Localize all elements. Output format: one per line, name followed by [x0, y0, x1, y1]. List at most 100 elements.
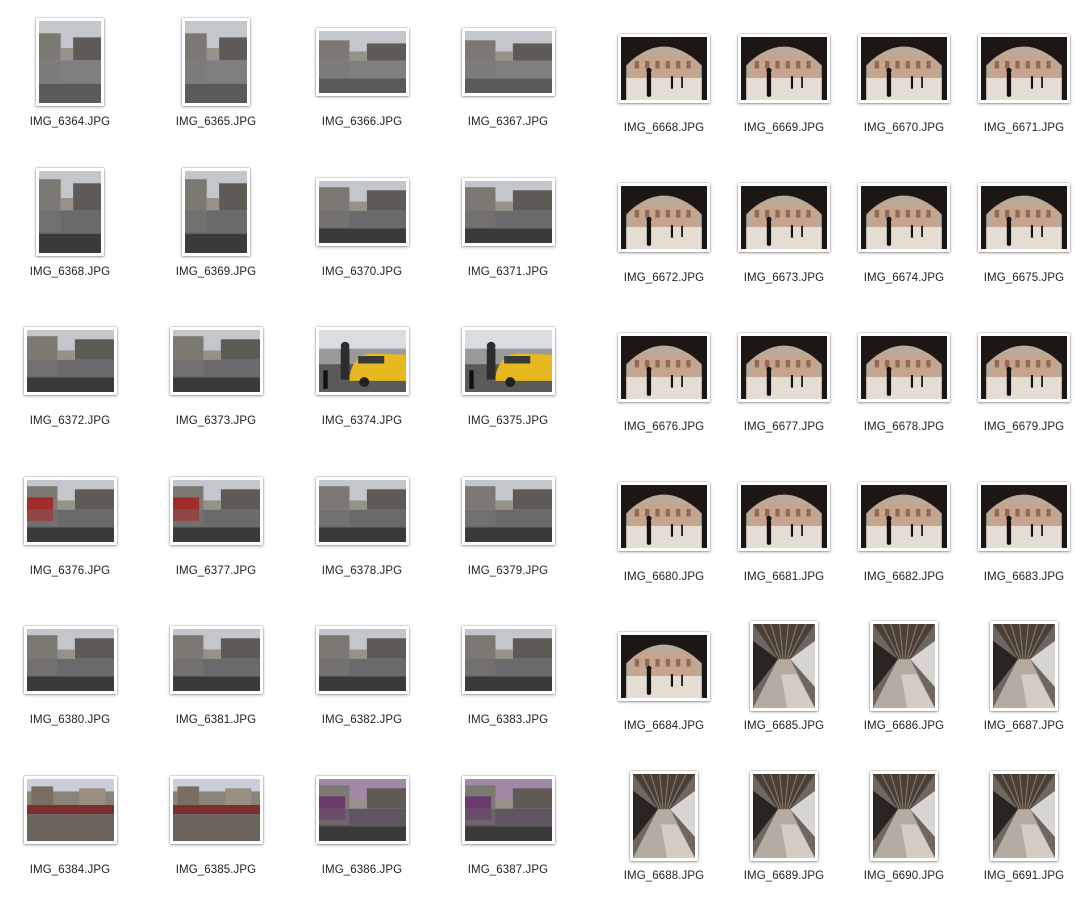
file-item[interactable]: IMG_6670.JPG — [849, 20, 959, 134]
image-thumbnail[interactable] — [618, 183, 710, 252]
image-thumbnail[interactable] — [618, 33, 710, 103]
image-thumbnail[interactable] — [738, 332, 830, 402]
file-item[interactable]: IMG_6680.JPG — [609, 469, 719, 583]
file-item[interactable]: IMG_6671.JPG — [969, 20, 1079, 134]
file-name-label: IMG_6380.JPG — [29, 714, 111, 726]
file-item[interactable]: IMG_6672.JPG — [609, 170, 719, 284]
file-item[interactable]: IMG_6372.JPG — [10, 313, 130, 427]
file-item[interactable]: IMG_6365.JPG — [156, 14, 276, 128]
file-item[interactable]: IMG_6691.JPG — [969, 768, 1079, 882]
image-thumbnail[interactable] — [858, 183, 950, 252]
image-thumbnail[interactable] — [461, 775, 555, 844]
image-thumbnail[interactable] — [630, 770, 698, 861]
image-thumbnail[interactable] — [870, 621, 938, 711]
image-thumbnail[interactable] — [858, 482, 950, 551]
file-item[interactable]: IMG_6381.JPG — [156, 612, 276, 726]
file-item[interactable]: IMG_6370.JPG — [302, 164, 422, 278]
image-thumbnail[interactable] — [990, 770, 1058, 861]
file-item[interactable]: IMG_6684.JPG — [609, 618, 719, 732]
file-item[interactable]: IMG_6377.JPG — [156, 463, 276, 577]
image-thumbnail[interactable] — [23, 775, 117, 844]
file-item[interactable]: IMG_6687.JPG — [969, 618, 1079, 732]
image-thumbnail[interactable] — [169, 476, 263, 545]
image-thumbnail[interactable] — [461, 476, 555, 545]
file-item[interactable]: IMG_6678.JPG — [849, 319, 959, 433]
file-item[interactable]: IMG_6676.JPG — [609, 319, 719, 433]
image-thumbnail[interactable] — [618, 332, 710, 402]
image-thumbnail[interactable] — [315, 626, 409, 694]
file-item[interactable]: IMG_6677.JPG — [729, 319, 839, 433]
image-thumbnail[interactable] — [738, 482, 830, 551]
image-thumbnail[interactable] — [315, 476, 409, 545]
file-item[interactable]: IMG_6675.JPG — [969, 170, 1079, 284]
file-name-label: IMG_6376.JPG — [29, 564, 111, 577]
image-thumbnail[interactable] — [461, 28, 555, 96]
image-thumbnail[interactable] — [169, 626, 263, 694]
file-item[interactable]: IMG_6376.JPG — [10, 463, 130, 577]
image-thumbnail[interactable] — [182, 18, 250, 106]
image-thumbnail[interactable] — [315, 28, 409, 96]
image-thumbnail[interactable] — [461, 177, 555, 246]
file-item[interactable]: IMG_6374.JPG — [302, 313, 422, 427]
image-thumbnail[interactable] — [738, 183, 830, 252]
file-item[interactable]: IMG_6380.JPG — [10, 612, 130, 726]
file-item[interactable]: IMG_6669.JPG — [729, 20, 839, 134]
image-thumbnail[interactable] — [978, 332, 1070, 402]
file-item[interactable]: IMG_6674.JPG — [849, 170, 959, 284]
image-thumbnail[interactable] — [23, 327, 117, 395]
file-item[interactable]: IMG_6679.JPG — [969, 319, 1079, 433]
file-item[interactable]: IMG_6382.JPG — [302, 612, 422, 726]
file-item[interactable]: IMG_6371.JPG — [448, 164, 568, 278]
file-name-label: IMG_6368.JPG — [29, 265, 111, 278]
file-item[interactable]: IMG_6688.JPG — [609, 768, 719, 882]
image-thumbnail[interactable] — [990, 621, 1058, 711]
image-thumbnail[interactable] — [36, 18, 104, 106]
file-item[interactable]: IMG_6682.JPG — [849, 469, 959, 583]
image-thumbnail[interactable] — [858, 33, 950, 103]
file-item[interactable]: IMG_6689.JPG — [729, 768, 839, 882]
image-thumbnail[interactable] — [738, 33, 830, 103]
file-item[interactable]: IMG_6681.JPG — [729, 469, 839, 583]
image-thumbnail[interactable] — [23, 476, 117, 545]
image-thumbnail[interactable] — [618, 482, 710, 551]
file-item[interactable]: IMG_6366.JPG — [302, 14, 422, 128]
image-thumbnail[interactable] — [315, 775, 409, 844]
file-item[interactable]: IMG_6384.JPG — [10, 762, 130, 876]
image-thumbnail[interactable] — [978, 33, 1070, 103]
image-thumbnail[interactable] — [461, 626, 555, 694]
image-thumbnail[interactable] — [169, 775, 263, 844]
file-item[interactable]: IMG_6368.JPG — [10, 164, 130, 278]
file-item[interactable]: IMG_6364.JPG — [10, 14, 130, 128]
file-item[interactable]: IMG_6685.JPG — [729, 618, 839, 732]
image-thumbnail[interactable] — [461, 327, 555, 395]
file-item[interactable]: IMG_6387.JPG — [448, 762, 568, 876]
file-item[interactable]: IMG_6379.JPG — [448, 463, 568, 577]
image-thumbnail[interactable] — [870, 770, 938, 861]
image-thumbnail[interactable] — [182, 167, 250, 256]
file-item[interactable]: IMG_6383.JPG — [448, 612, 568, 726]
file-item[interactable]: IMG_6690.JPG — [849, 768, 959, 882]
file-item[interactable]: IMG_6378.JPG — [302, 463, 422, 577]
image-thumbnail[interactable] — [315, 177, 409, 246]
image-thumbnail[interactable] — [36, 167, 104, 256]
file-item[interactable]: IMG_6686.JPG — [849, 618, 959, 732]
file-name-label: IMG_6370.JPG — [321, 265, 403, 278]
image-thumbnail[interactable] — [750, 621, 818, 711]
image-thumbnail[interactable] — [23, 626, 117, 694]
image-thumbnail[interactable] — [978, 183, 1070, 252]
image-thumbnail[interactable] — [858, 332, 950, 402]
image-thumbnail[interactable] — [169, 327, 263, 395]
image-thumbnail[interactable] — [315, 327, 409, 395]
image-thumbnail[interactable] — [618, 631, 710, 701]
file-item[interactable]: IMG_6373.JPG — [156, 313, 276, 427]
file-item[interactable]: IMG_6673.JPG — [729, 170, 839, 284]
file-item[interactable]: IMG_6668.JPG — [609, 20, 719, 134]
image-thumbnail[interactable] — [750, 770, 818, 861]
image-thumbnail[interactable] — [978, 482, 1070, 551]
file-item[interactable]: IMG_6683.JPG — [969, 469, 1079, 583]
file-item[interactable]: IMG_6375.JPG — [448, 313, 568, 427]
file-item[interactable]: IMG_6385.JPG — [156, 762, 276, 876]
file-item[interactable]: IMG_6369.JPG — [156, 164, 276, 278]
file-item[interactable]: IMG_6367.JPG — [448, 14, 568, 128]
file-item[interactable]: IMG_6386.JPG — [302, 762, 422, 876]
